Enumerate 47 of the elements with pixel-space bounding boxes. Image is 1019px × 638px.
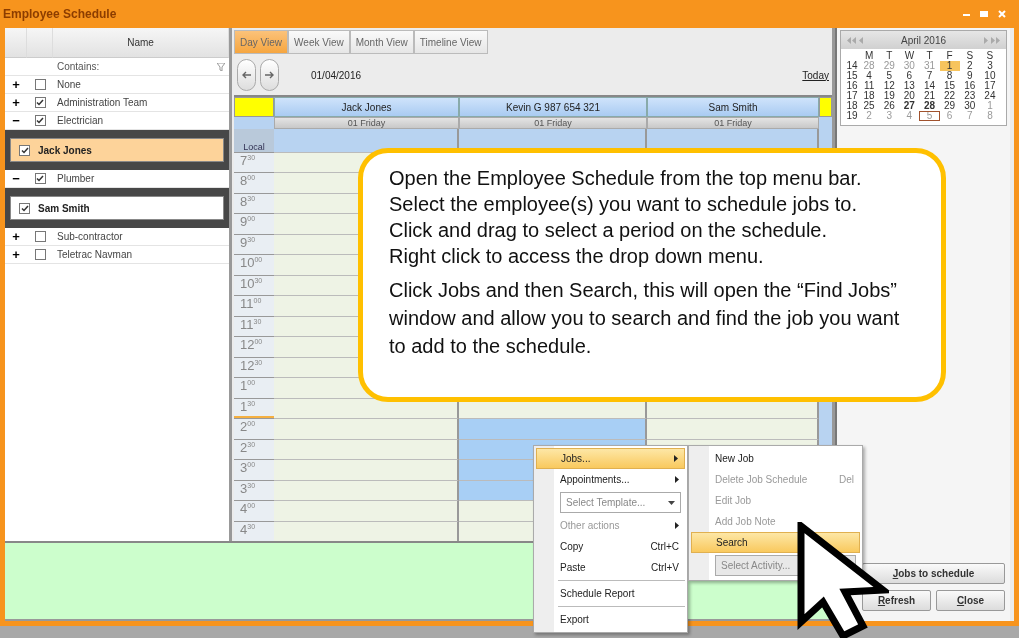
instruction-text: Click Jobs and then Search, this will open the “Find Jobs” window and allow you to search and find the job you want to add to the schedule. [389, 278, 901, 359]
resource-header: Sam Smith [647, 97, 819, 117]
time-label: 12$^{00}$ [240, 337, 263, 355]
week-number: 18 [845, 101, 859, 111]
week-number: 19 [845, 111, 859, 121]
date-header: 01 Friday [274, 117, 459, 129]
time-zone-label: Local [243, 142, 265, 152]
time-label: 2$^{30}$ [240, 439, 256, 457]
time-label: 10$^{00}$ [240, 255, 263, 273]
time-label: 2$^{00}$ [240, 419, 256, 437]
resource-header: Jack Jones [274, 97, 459, 117]
month-label: April 2016 [901, 34, 946, 46]
time-label: 3$^{00}$ [240, 460, 256, 478]
time-label: 7$^{30}$ [240, 153, 256, 171]
weekday-label: S [965, 51, 975, 61]
time-label: 3$^{30}$ [240, 480, 256, 498]
weekday-label: T [885, 51, 894, 61]
time-label: 4$^{00}$ [240, 501, 256, 519]
time-label: 11$^{30}$ [240, 316, 262, 334]
weekday-label: M [863, 51, 875, 61]
date-label: 01/04/2016 [311, 69, 363, 81]
date-header: 01 Friday [459, 117, 647, 129]
time-label: 9$^{00}$ [240, 214, 256, 232]
instruction-text: Open the Employee Schedule from the top menu bar. [389, 166, 863, 190]
time-label: 12$^{30}$ [240, 357, 263, 375]
instruction-text: Click and drag to select a period on the schedule. [389, 218, 829, 242]
date-header: 01 Friday [647, 117, 819, 129]
time-label: 8$^{30}$ [240, 193, 256, 212]
instruction-text: Select the employee(s) you want to schedule jobs to. [389, 192, 859, 216]
time-label: 10$^{30}$ [240, 275, 263, 294]
weekday-label: T [925, 51, 934, 61]
weekday-label: F [945, 51, 954, 61]
weekday-label: S [985, 51, 995, 61]
resource-header: Kevin G 987 654 321 [459, 97, 647, 117]
time-label: 4$^{30}$ [240, 521, 256, 539]
time-label: 8$^{00}$ [240, 173, 256, 191]
time-label: 1$^{00}$ [240, 378, 256, 396]
week-number: 14 [845, 61, 859, 71]
time-label: 11$^{00}$ [240, 296, 262, 314]
week-number: 16 [845, 81, 859, 91]
time-label: 1$^{30}$ [240, 398, 256, 416]
weekday-label: W [903, 51, 916, 61]
week-number: 15 [845, 71, 859, 81]
week-number: 17 [845, 91, 859, 101]
instruction-text: Right click to access the drop down menu. [389, 244, 765, 268]
window-title: Employee Schedule [3, 7, 117, 21]
time-label: 9$^{30}$ [240, 234, 256, 253]
